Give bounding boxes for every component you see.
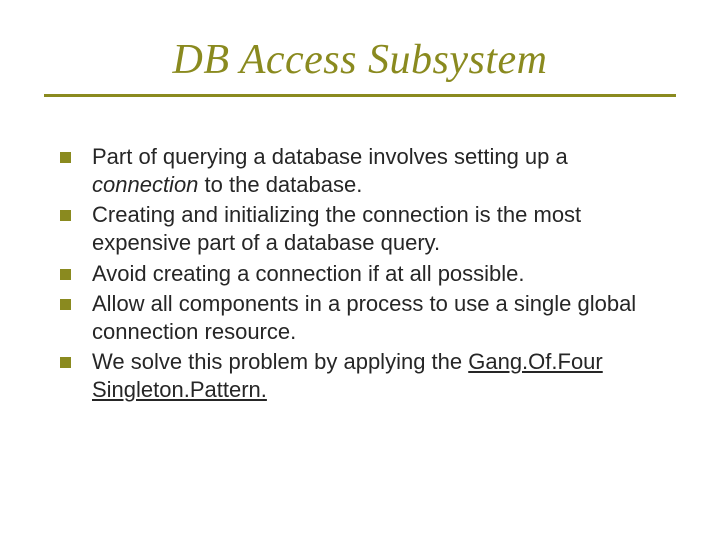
bullet-list-2: We solve this problem by applying the Ga…: [56, 348, 664, 404]
bullet-text: to the database.: [198, 172, 362, 197]
bullet-text: Part of querying a database involves set…: [92, 144, 568, 169]
bullet-item: Creating and initializing the connection…: [56, 201, 664, 257]
bullet-text: Allow all components in a process to use…: [92, 291, 636, 344]
bullet-item: Avoid creating a connection if at all po…: [56, 260, 664, 288]
bullet-text: Creating and initializing the connection…: [92, 202, 581, 255]
slide-body: Part of querying a database involves set…: [0, 97, 720, 404]
bullet-text-underline: Gang.Of.Four: [468, 349, 603, 374]
bullet-item: Part of querying a database involves set…: [56, 143, 664, 199]
bullet-item: We solve this problem by applying the Ga…: [56, 348, 664, 404]
bullet-text-emph: connection: [92, 172, 198, 197]
bullet-text: We solve this problem by applying the: [92, 349, 468, 374]
bullet-text-underline: Singleton.Pattern.: [92, 377, 267, 402]
bullet-list-1: Part of querying a database involves set…: [56, 143, 664, 346]
slide-title: DB Access Subsystem: [0, 0, 720, 94]
slide: DB Access Subsystem Part of querying a d…: [0, 0, 720, 540]
bullet-item: Allow all components in a process to use…: [56, 290, 664, 346]
bullet-text: Avoid creating a connection if at all po…: [92, 261, 525, 286]
